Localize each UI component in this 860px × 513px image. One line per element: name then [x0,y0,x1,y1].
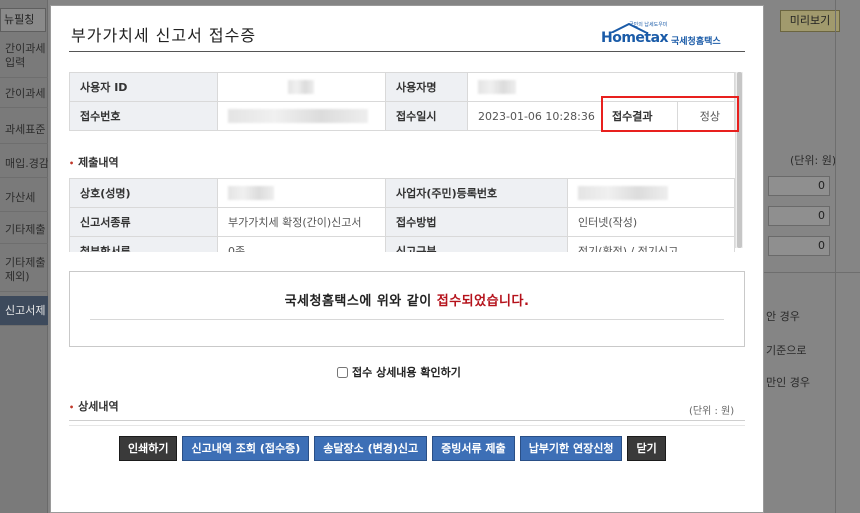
background-note: 기준으로 [766,344,807,357]
detail-confirm-checkbox-row[interactable]: 접수 상세내용 확인하기 [337,364,461,380]
table-row: 신고서종류 부가가치세 확정(간이)신고서 접수방법 인터넷(작성) [69,207,735,237]
detail-section-title: • 상세내역 [69,400,119,413]
background-menu-item[interactable]: 가산세 [0,184,48,212]
background-menu-item[interactable]: 간이과세 [0,80,48,108]
submission-table: 상호(성명) 사업자(주민)등록번호 신고서종류 부가가치세 확정(간이)신고서… [69,178,735,252]
masked-value [578,186,668,200]
report-category-label: 신고구분 [385,236,568,252]
background-unit-label: (단위: 원) [790,154,837,167]
masked-value [478,80,516,94]
receipt-number-label: 접수번호 [69,101,218,131]
attachments-value: 0종 [217,236,386,252]
print-button[interactable]: 인쇄하기 [119,436,178,461]
payment-extension-button[interactable]: 납부기한 연장신청 [519,436,623,461]
receipt-notice: 국세청홈택스에 위와 같이 접수되었습니다. [69,271,745,347]
action-button-bar: 인쇄하기 신고내역 조회 (접수증) 송달장소 (변경)신고 증빙서류 제출 납… [119,436,666,461]
logo-tagline: 국민의 납세도우미 [629,22,668,28]
background-input[interactable]: 0 [768,176,830,196]
hometax-logo: 국민의 납세도우미 Hometax 국세청홈택스 [601,22,731,49]
bullet-icon: • [69,158,75,168]
background-menu-item-active[interactable]: 신고서제 [0,296,48,326]
view-report-button[interactable]: 신고내역 조회 (접수증) [182,436,310,461]
receipt-modal: 부가가치세 신고서 접수증 국민의 납세도우미 Hometax 국세청홈택스 사… [50,5,764,513]
table-row: 상호(성명) 사업자(주민)등록번호 [69,178,735,208]
logo-brand: Hometax [601,30,669,46]
detail-confirm-checkbox[interactable] [337,366,348,378]
table-row: 첨부한서류 0종 신고구분 정기(확정) / 정기신고 [69,236,735,252]
logo-subtitle: 국세청홈택스 [671,37,721,47]
background-menu-item[interactable]: 기타제출 [0,216,48,244]
background-divider [760,272,860,273]
notice-divider [90,319,724,320]
report-category-value: 정기(확정) / 정기신고 [567,236,735,252]
user-id-label: 사용자 ID [69,72,218,102]
receipt-datetime-label: 접수일시 [385,101,468,131]
preview-button[interactable]: 미리보기 [780,10,840,32]
background-menu-item[interactable]: 간이과세 입력 [0,40,48,78]
background-tab[interactable]: 뉴필칭 [0,8,46,32]
user-name-label: 사용자명 [385,72,468,102]
report-type-label: 신고서종류 [69,207,218,237]
receipt-method-label: 접수방법 [385,207,568,237]
receipt-result-highlight [601,96,739,132]
company-name-label: 상호(성명) [69,178,218,208]
unit-note: (단위 : 원) [689,406,735,417]
detail-divider [69,425,745,426]
background-menu-item[interactable]: 기타제출 제외) [0,252,48,292]
background-menu-item[interactable]: 과세표준 [0,116,48,144]
company-name-value [217,178,386,208]
receipt-datetime-value: 2023-01-06 10:28:36 [467,101,602,131]
submit-documents-button[interactable]: 증빙서류 제출 [432,436,515,461]
background-right-panel [764,0,860,513]
modal-title: 부가가치세 신고서 접수증 [71,26,257,45]
background-note: 안 경우 [766,310,800,323]
background-frame-edge [835,0,836,513]
background-input[interactable]: 0 [768,236,830,256]
detail-divider [69,420,745,421]
report-type-value: 부가가치세 확정(간이)신고서 [217,207,386,237]
business-number-label: 사업자(주민)등록번호 [385,178,568,208]
masked-value [228,186,274,200]
delivery-address-button[interactable]: 송달장소 (변경)신고 [314,436,428,461]
masked-value [228,109,368,123]
receipt-number-value [217,101,386,131]
bullet-icon: • [69,402,75,412]
background-note: 만인 경우 [766,376,810,389]
title-divider [69,51,745,52]
receipt-method-value: 인터넷(작성) [567,207,735,237]
notice-highlight: 접수되었습니다. [436,294,530,309]
background-input[interactable]: 0 [768,206,830,226]
detail-confirm-label: 접수 상세내용 확인하기 [352,366,461,379]
notice-message: 국세청홈택스에 위와 같이 접수되었습니다. [284,294,530,309]
business-number-value [567,178,735,208]
submission-section-title: • 제출내역 [69,156,119,169]
close-button[interactable]: 닫기 [627,436,666,461]
masked-value [288,80,314,94]
attachments-label: 첨부한서류 [69,236,218,252]
background-menu-item[interactable]: 매입.경감 [0,150,48,178]
user-id-value [217,72,386,102]
